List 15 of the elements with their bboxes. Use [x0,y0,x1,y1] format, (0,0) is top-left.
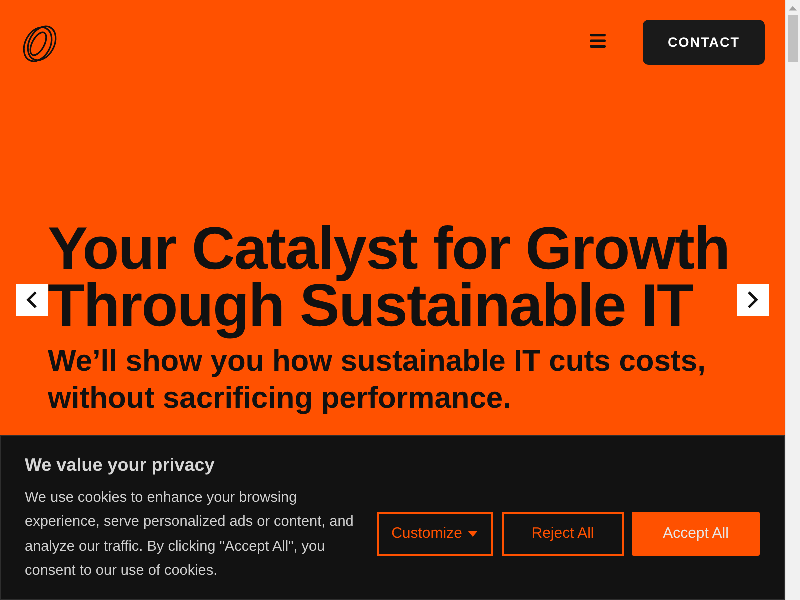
customize-button[interactable]: Customize [377,512,493,556]
caret-icon [468,530,478,536]
previous-slide-button[interactable] [16,284,48,316]
chevron-left-icon [26,291,38,309]
reject-button[interactable]: Reject All [502,512,624,556]
next-slide-button[interactable] [737,284,769,316]
menu-icon[interactable] [590,34,606,48]
cookie-banner-title: We value your privacy [25,454,216,477]
scrollbar-thumb[interactable] [788,15,798,62]
hero-subheading: We’ll show you how sustainable IT cuts costs, without sacrificing performance. [48,344,707,417]
hero-heading: Your Catalyst for Growth Through Sustainable IT [48,218,730,341]
contact-button[interactable]: CONTACT [643,20,765,65]
scrollbar[interactable] [785,0,800,600]
chevron-right-icon [747,291,759,309]
cookie-notice-text: We use cookies to enhance your browsing experience, serve personalized ads or content, and analyze our traffic. By clicking "Accept All", you consent to our use of cookies. [25,489,355,582]
